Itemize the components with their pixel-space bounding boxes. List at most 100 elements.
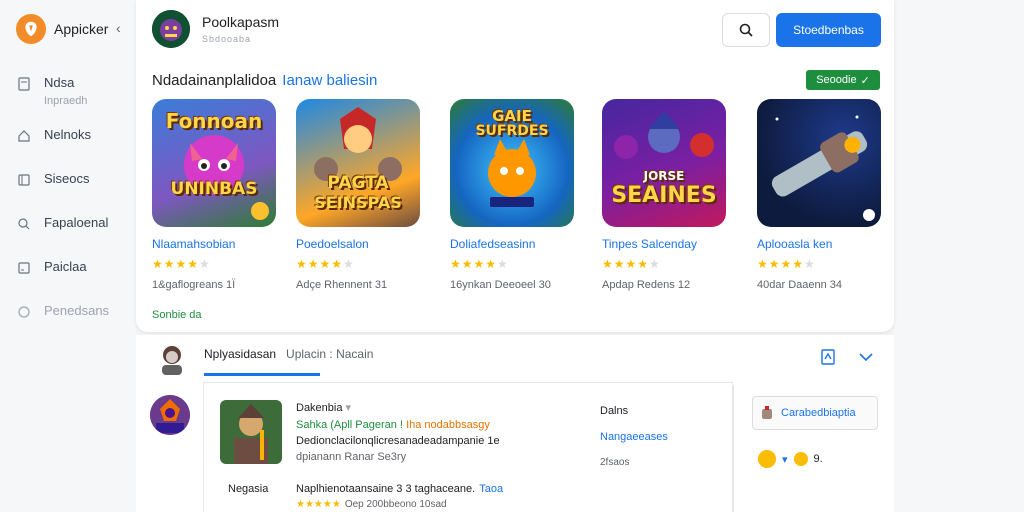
- sidebar: Appicker ‹ Ndsa Inpraedh Nelnoks Siseocs: [0, 0, 136, 512]
- sidebar-item-nelnoks[interactable]: Nelnoks: [16, 124, 128, 168]
- dropdown-icon[interactable]: ▾: [346, 402, 352, 414]
- app-title: Poolkapasm: [202, 14, 280, 30]
- sidebar-item-label: Nelnoks: [44, 127, 91, 142]
- game-art-title: Fonnoan: [165, 109, 263, 133]
- review-date: Oep 200bbeono 10sad: [344, 499, 447, 510]
- category-chip[interactable]: Carabedbiaptia: [752, 396, 878, 430]
- check-icon: ✓: [860, 74, 870, 87]
- page-icon: [16, 76, 32, 92]
- review-card: Dakenbia ▾ Sahka (Apll Pageran ! Iha nod…: [203, 382, 733, 512]
- sidebar-nav: Ndsa Inpraedh Nelnoks Siseocs Fapaloenal …: [16, 72, 128, 344]
- review-summary-text: Naplhienotaansaine 3 3 taghaceane.: [296, 483, 476, 495]
- game-tile-image: Fonnoan UNINBAS: [152, 99, 276, 227]
- tag-icon: [762, 406, 772, 419]
- game-name: Tinpes Salcenday: [602, 237, 697, 251]
- app-subtitle: Sbdooaba: [202, 34, 252, 44]
- circle-icon: [16, 304, 32, 320]
- app-avatar-icon[interactable]: [152, 10, 190, 48]
- review-author: Dakenbia ▾: [296, 401, 351, 414]
- right-gutter: [894, 0, 1024, 512]
- rating-stars: ★★★★★: [296, 257, 355, 271]
- status-badge[interactable]: Seoodie ✓: [806, 70, 880, 90]
- game-name: Poedoelsalon: [296, 237, 369, 251]
- game-meta: 16ynkan Deeoeel 30: [450, 279, 551, 291]
- collapse-chevron-icon[interactable]: ‹: [116, 20, 121, 36]
- brand[interactable]: Appicker: [16, 14, 108, 44]
- sidebar-item-label: Ndsa: [44, 75, 75, 90]
- game-meta: 40dar Daaenn 34: [757, 279, 843, 291]
- reactions[interactable]: ▾ 9.: [758, 450, 823, 468]
- review-summary-link[interactable]: Taoa: [479, 483, 503, 495]
- review-summary: Naplhienotaansaine 3 3 taghaceane. Taoa: [296, 483, 503, 495]
- review-subline: dpianann Ranar Se3ry: [296, 451, 407, 463]
- game-tile-image: GAIE SUFRDES: [450, 99, 574, 227]
- brand-logo-icon: [16, 14, 46, 44]
- brand-name: Appicker: [54, 21, 109, 37]
- sidebar-item-label: Siseocs: [44, 171, 90, 186]
- reaction-count: 9.: [813, 453, 823, 465]
- review-side-tag[interactable]: Nangaeeases: [600, 431, 668, 443]
- game-card[interactable]: Aplooasla ken ★★★★★ 40dar Daaenn 34: [757, 99, 889, 291]
- review-side-heading: Dalns: [600, 405, 629, 417]
- chevron-down-icon[interactable]: [856, 347, 876, 367]
- home-icon: [16, 128, 32, 144]
- review-author-name: Dakenbia: [296, 402, 343, 414]
- review-body: Dedionclacilonqlicresanadeadampanie 1e: [296, 435, 500, 447]
- sidebar-item-paiclaa[interactable]: Paiclaa: [16, 256, 128, 300]
- rating-stars: ★★★★★: [450, 257, 509, 271]
- games-row: Fonnoan UNINBAS Nlaamahsobian ★★★★★ 1&ga…: [152, 99, 882, 299]
- review-rating-line: ★★★★★ Oep 200bbeono 10sad: [296, 499, 447, 510]
- sidebar-item-siseocs[interactable]: Siseocs: [16, 168, 128, 212]
- lower-title: Nplyasidasan Uplacin : Nacain: [204, 347, 373, 361]
- sidebar-item-fapaloenal[interactable]: Fapaloenal: [16, 212, 128, 256]
- main-card: Poolkapasm Sbdooaba Stoedbenbas Ndadaina…: [136, 0, 894, 332]
- sidebar-item-label: Paiclaa: [44, 259, 87, 274]
- lower-title-text: Nplyasidasan: [204, 347, 277, 361]
- search-button[interactable]: [722, 13, 770, 47]
- active-tab-indicator: [204, 373, 320, 376]
- search-icon: [16, 216, 32, 232]
- review-headline-b: Iha nodabbsasgy: [406, 419, 490, 431]
- emoji-reaction-icon: [758, 450, 776, 468]
- sidebar-item-label: Fapaloenal: [44, 215, 109, 230]
- review-headline: Sahka (Apll Pageran ! Iha nodabbsasgy: [296, 419, 490, 431]
- sidebar-item-ndsa[interactable]: Ndsa Inpraedh: [16, 72, 128, 124]
- game-name: Nlaamahsobian: [152, 237, 236, 251]
- lower-panel: Nplyasidasan Uplacin : Nacain Dakenbia ▾ …: [136, 335, 894, 512]
- lower-title-meta: Uplacin : Nacain: [286, 347, 374, 361]
- game-card[interactable]: GAIE SUFRDES Doliafedseasinn ★★★★★ 16ynk…: [450, 99, 582, 291]
- column-divider: [733, 385, 734, 512]
- game-meta: Adçe Rhennent 31: [296, 279, 388, 291]
- note-icon: [16, 260, 32, 276]
- section-accent-link[interactable]: Ianaw baliesin: [282, 72, 377, 89]
- game-card[interactable]: Fonnoan UNINBAS Nlaamahsobian ★★★★★ 1&ga…: [152, 99, 284, 291]
- status-badge-label: Seoodie: [816, 74, 857, 86]
- primary-action-button[interactable]: Stoedbenbas: [776, 13, 881, 47]
- bookmark-icon[interactable]: [818, 347, 838, 367]
- rating-stars: ★★★★★: [152, 257, 211, 271]
- game-card[interactable]: JORSE SEAINES Tinpes Salcenday ★★★★★ Apd…: [602, 99, 734, 291]
- game-avatar[interactable]: [150, 395, 190, 435]
- review-label: Negasia: [228, 483, 269, 495]
- review-thumbnail[interactable]: [220, 400, 282, 464]
- game-art-subtitle: SEINSPAS: [314, 193, 402, 212]
- review-headline-a: Sahka (Apll Pageran !: [296, 419, 404, 431]
- game-tile-image: PAGTA SEINSPAS: [296, 99, 420, 227]
- game-meta: 1&gaflogreans 1Ï: [152, 279, 236, 291]
- rating-stars: ★★★★★: [757, 257, 816, 271]
- sidebar-item-label: Penedsans: [44, 303, 110, 318]
- game-tile-image: [757, 99, 881, 227]
- game-name: Aplooasla ken: [757, 237, 833, 251]
- game-art-subtitle: UNINBAS: [170, 179, 258, 199]
- user-avatar[interactable]: [158, 343, 186, 375]
- game-tile-image: JORSE SEAINES: [602, 99, 726, 227]
- review-side-date: 2fsaos: [600, 457, 630, 468]
- search-icon: [739, 23, 753, 37]
- game-art-subtitle: SUFRDES: [475, 123, 549, 139]
- category-chip-label: Carabedbiaptia: [781, 407, 856, 419]
- sidebar-item-penedsans[interactable]: Penedsans: [16, 300, 128, 344]
- game-card[interactable]: PAGTA SEINSPAS Poedoelsalon ★★★★★ Adçe R…: [296, 99, 428, 291]
- sidebar-item-sublabel: Inpraedh: [44, 95, 88, 107]
- see-all-link[interactable]: Sonbie da: [152, 309, 202, 321]
- section-title-text: Ndadainanplalidoa: [152, 72, 277, 89]
